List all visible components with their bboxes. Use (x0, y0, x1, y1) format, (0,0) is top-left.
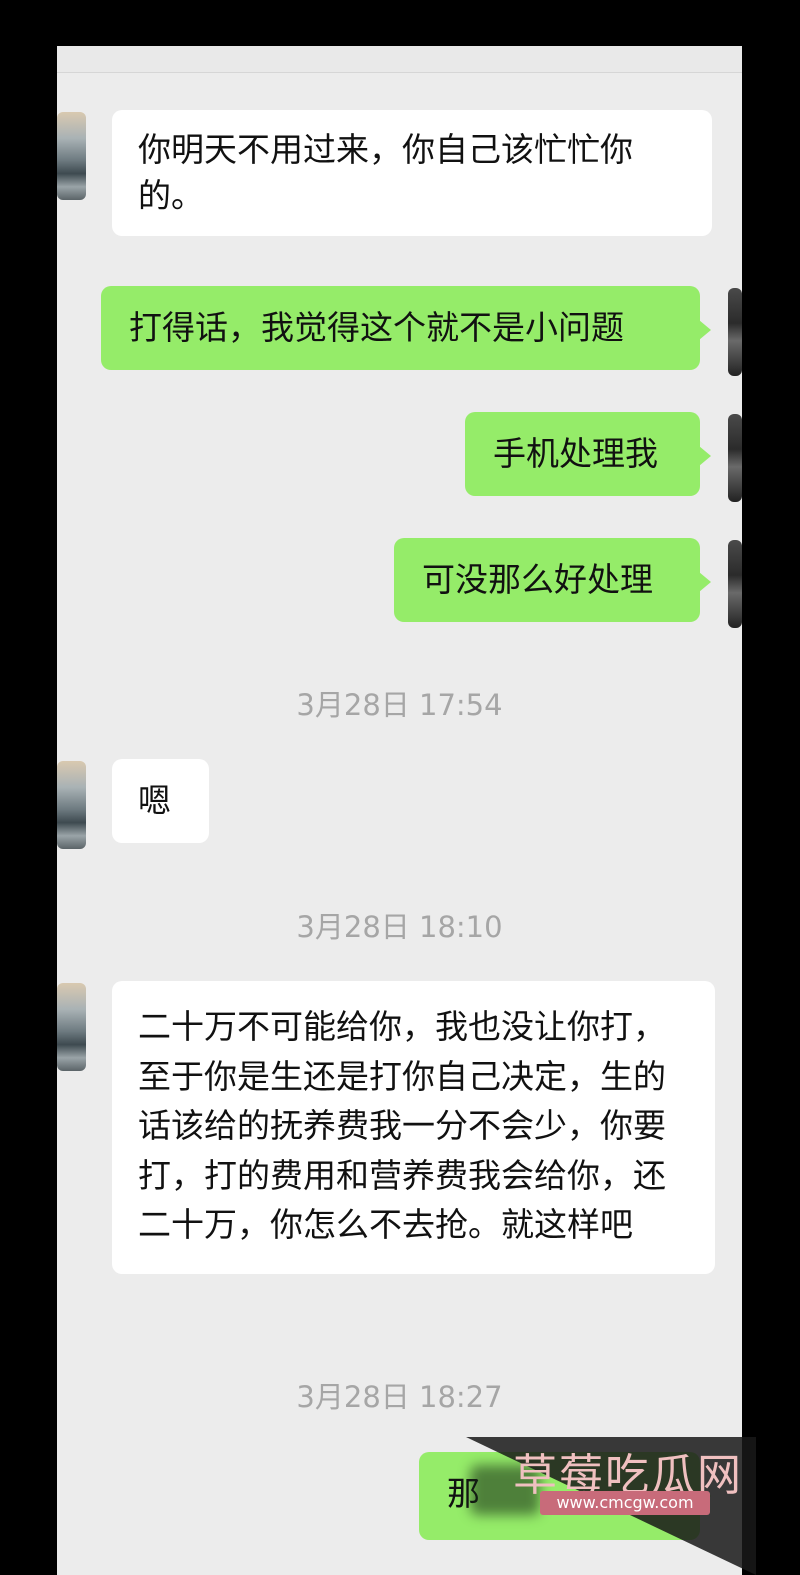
message-bubble-incoming[interactable]: 嗯 (112, 759, 209, 843)
message-text: 二十万不可能给你，我也没让你打，至于你是生还是打你自己决定，生的话该给的抚养费我… (138, 1007, 666, 1244)
timestamp: 3月28日 17:54 (296, 688, 503, 722)
timestamp: 3月28日 18:27 (296, 1380, 503, 1414)
user-avatar[interactable] (728, 414, 742, 502)
message-text: 嗯 (138, 781, 171, 820)
message-bubble-outgoing[interactable]: 可没那么好处理 (394, 538, 711, 622)
top-bar (57, 46, 742, 73)
message-text: 你明天不用过来，你自己该忙忙你的。 (138, 130, 633, 215)
watermark: 草莓吃瓜网 www.cmcgw.com (466, 1437, 756, 1575)
timestamp: 3月28日 18:10 (296, 910, 503, 944)
contact-avatar[interactable] (57, 112, 86, 200)
message-text: 打得话，我觉得这个就不是小问题 (129, 308, 624, 347)
contact-avatar[interactable] (57, 761, 86, 849)
message-text: 手机处理我 (493, 434, 658, 473)
message-bubble-incoming[interactable]: 二十万不可能给你，我也没让你打，至于你是生还是打你自己决定，生的话该给的抚养费我… (112, 981, 715, 1274)
message-bubble-incoming[interactable]: 你明天不用过来，你自己该忙忙你的。 (112, 110, 712, 236)
user-avatar[interactable] (728, 540, 742, 628)
message-text: 可没那么好处理 (422, 560, 653, 599)
user-avatar[interactable] (728, 288, 742, 376)
message-bubble-outgoing[interactable]: 手机处理我 (465, 412, 711, 496)
contact-avatar[interactable] (57, 983, 86, 1071)
chat-screen: 你明天不用过来，你自己该忙忙你的。 打得话，我觉得这个就不是小问题 手机处理我 … (57, 46, 742, 1575)
message-bubble-outgoing[interactable]: 打得话，我觉得这个就不是小问题 (101, 286, 711, 370)
watermark-url: www.cmcgw.com (540, 1491, 710, 1515)
